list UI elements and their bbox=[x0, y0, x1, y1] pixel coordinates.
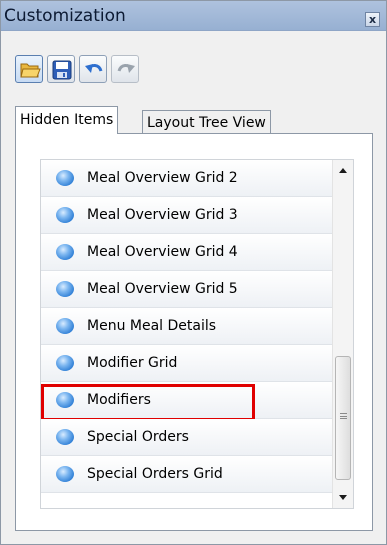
list-item-label: Meal Overview Grid 4 bbox=[87, 244, 238, 260]
tab-layout-tree-view-label: Layout Tree View bbox=[147, 115, 266, 131]
blue-bullet-icon bbox=[56, 355, 74, 371]
customization-window: Customization x Hidden Items Layout Tree… bbox=[0, 0, 387, 545]
blue-bullet-icon bbox=[56, 392, 74, 408]
blue-bullet-icon bbox=[56, 244, 74, 260]
close-icon: x bbox=[368, 13, 377, 26]
toolbar bbox=[15, 55, 185, 89]
redo-button[interactable] bbox=[111, 55, 139, 83]
grip-icon bbox=[340, 413, 347, 419]
undo-button[interactable] bbox=[79, 55, 107, 83]
list-item-label: Modifiers bbox=[87, 392, 151, 408]
list-item-label: Meal Overview Grid 2 bbox=[87, 170, 238, 186]
tab-hidden-items-label: Hidden Items bbox=[20, 112, 114, 128]
list-item[interactable]: Meal Overview Grid 4 bbox=[41, 234, 333, 271]
tab-strip: Hidden Items Layout Tree View bbox=[15, 104, 375, 134]
list-item[interactable]: Meal Overview Grid 2 bbox=[41, 160, 333, 197]
scroll-up-arrow-icon[interactable] bbox=[339, 168, 347, 173]
tab-hidden-items[interactable]: Hidden Items bbox=[15, 106, 119, 134]
window-title: Customization bbox=[4, 6, 126, 26]
list-item[interactable]: Modifier Grid bbox=[41, 345, 333, 382]
list-item[interactable]: Meal Overview Grid 5 bbox=[41, 271, 333, 308]
blue-bullet-icon bbox=[56, 466, 74, 482]
list-item-label: Special Orders bbox=[87, 429, 189, 445]
list-item[interactable]: Menu Meal Details bbox=[41, 308, 333, 345]
scroll-down-arrow-icon[interactable] bbox=[339, 495, 347, 500]
vertical-scrollbar[interactable] bbox=[332, 160, 353, 508]
blue-bullet-icon bbox=[56, 207, 74, 223]
save-button[interactable] bbox=[47, 55, 75, 83]
blue-bullet-icon bbox=[56, 170, 74, 186]
list-item-label: Meal Overview Grid 3 bbox=[87, 207, 238, 223]
scrollbar-thumb[interactable] bbox=[335, 356, 351, 480]
blue-bullet-icon bbox=[56, 281, 74, 297]
blue-bullet-icon bbox=[56, 429, 74, 445]
list-item-label: Menu Meal Details bbox=[87, 318, 217, 334]
hidden-items-list: Meal Overview Grid 2 Meal Overview Grid … bbox=[40, 159, 354, 509]
folder-open-icon bbox=[20, 63, 41, 78]
redo-icon bbox=[117, 64, 135, 73]
title-bar[interactable]: Customization x bbox=[1, 1, 386, 31]
list-item[interactable]: Meal Overview Grid 3 bbox=[41, 197, 333, 234]
close-button[interactable]: x bbox=[365, 12, 380, 27]
hidden-items-panel: Meal Overview Grid 2 Meal Overview Grid … bbox=[15, 133, 373, 531]
list-item[interactable]: Special Orders Grid bbox=[41, 456, 333, 493]
open-button[interactable] bbox=[15, 55, 43, 83]
blue-bullet-icon bbox=[56, 318, 74, 334]
undo-icon bbox=[85, 64, 103, 73]
list-item[interactable]: Special Orders bbox=[41, 419, 333, 456]
list-item-modifiers[interactable]: Modifiers bbox=[41, 382, 333, 421]
list-item-label: Special Orders Grid bbox=[87, 466, 223, 482]
list-item-label: Modifier Grid bbox=[87, 355, 178, 371]
save-icon bbox=[52, 60, 72, 80]
tab-layout-tree-view[interactable]: Layout Tree View bbox=[142, 110, 271, 134]
list-item-label: Meal Overview Grid 5 bbox=[87, 281, 238, 297]
